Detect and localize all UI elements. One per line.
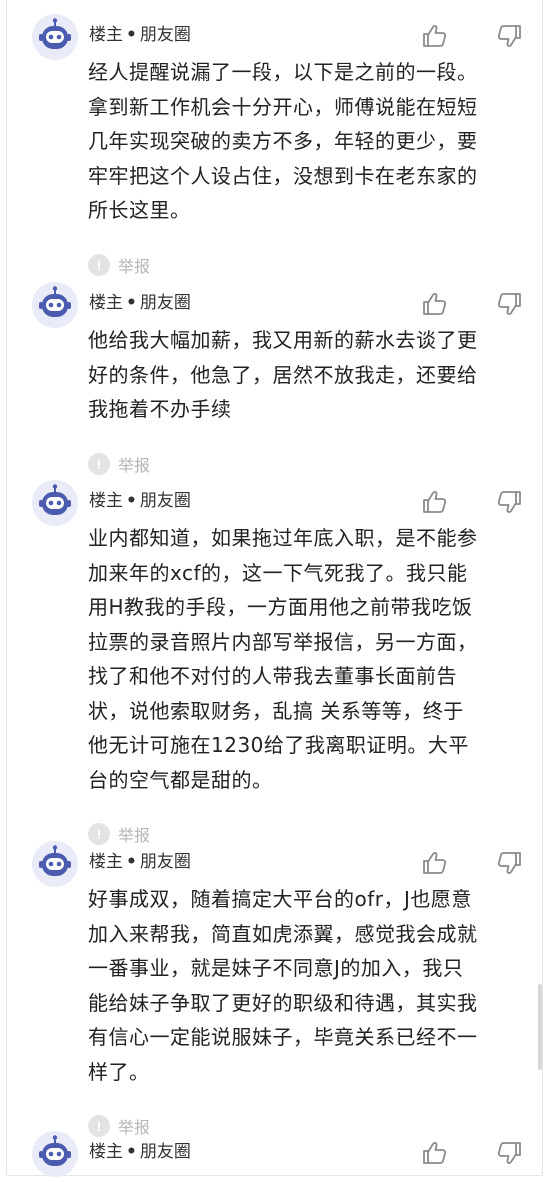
comment-meta: 楼主 • 朋友圈	[89, 489, 191, 513]
comment-text-line: 经人提醒说漏了一段，以下是之前的一段。	[88, 60, 478, 84]
post-source: 朋友圈	[139, 293, 191, 313]
post-source: 朋友圈	[139, 491, 191, 511]
comment-text-line: 用H教我的手段，一方面用他之前带我吃饭	[88, 595, 473, 619]
report-button[interactable]: ! 举报	[88, 822, 150, 846]
post-source: 朋友圈	[139, 25, 191, 45]
comment-meta: 楼主 • 朋友圈	[89, 850, 191, 874]
comment-text-line: 有信心一定能说服妹子，毕竟关系已经不一	[88, 1025, 478, 1049]
exclamation-icon: !	[88, 253, 110, 276]
exclamation-icon: !	[88, 1115, 110, 1137]
post-source: 朋友圈	[139, 852, 191, 872]
meta-separator: •	[126, 491, 137, 511]
comment-text-line: 业内都知道，如果拖过年底入职，是不能参	[88, 526, 478, 550]
scrollbar[interactable]	[538, 984, 542, 1070]
author-name[interactable]: 楼主	[89, 25, 123, 45]
meta-separator: •	[126, 25, 137, 45]
comment-text: 经人提醒说漏了一段，以下是之前的一段。 拿到新工作机会十分开心，师傅说能在短短 几年…	[88, 55, 528, 228]
comment-text: 好事成双，随着搞定大平台的ofr，J也愿意 加入来帮我，简直如虎添翼，感觉我会成就…	[88, 882, 528, 1089]
comment-text-line: 拿到新工作机会十分开心，师傅说能在短短	[88, 94, 478, 119]
report-label: 举报	[118, 455, 151, 475]
robot-avatar-icon[interactable]	[32, 1131, 78, 1177]
meta-separator: •	[126, 1142, 137, 1162]
meta-separator: •	[126, 293, 137, 313]
exclamation-icon: !	[88, 452, 110, 475]
author-name[interactable]: 楼主	[89, 1142, 123, 1162]
comment-text-line: 样了。	[88, 1059, 150, 1084]
comment-text-line: 找了和他不对付的人带我去董事长面前告	[88, 664, 457, 688]
comment-text-line: 加来年的xcf的，这一下气死我了。我只能	[88, 560, 468, 585]
thumbs-down-icon[interactable]	[496, 488, 524, 516]
report-button[interactable]: ! 举报	[88, 1114, 150, 1138]
comment-text-line: 他给我大幅加薪，我又用新的薪水去谈了更	[88, 328, 478, 352]
meta-separator: •	[126, 852, 137, 872]
author-name[interactable]: 楼主	[89, 491, 123, 511]
comment-meta: 楼主 • 朋友圈	[89, 291, 191, 315]
comment-text-line: 他无计可施在1230给了我离职证明。大平	[88, 733, 469, 757]
robot-avatar-icon[interactable]	[32, 282, 78, 328]
comment-meta: 楼主 • 朋友圈	[89, 23, 191, 47]
comment-text-line: 状，说他索取财务，乱搞 关系等等，终于	[88, 698, 464, 723]
robot-avatar-icon[interactable]	[32, 841, 78, 887]
thumbs-up-icon[interactable]	[420, 22, 448, 50]
robot-avatar-icon[interactable]	[32, 480, 78, 526]
thumbs-up-icon[interactable]	[420, 488, 448, 516]
comment-text-line: 加入来帮我，简直如虎添翼，感觉我会成就	[88, 921, 478, 946]
exclamation-icon: !	[88, 823, 110, 845]
report-button[interactable]: ! 举报	[88, 253, 150, 277]
thumbs-up-icon[interactable]	[420, 849, 448, 877]
thumbs-down-icon[interactable]	[496, 849, 524, 877]
comment-text-line: 台的空气都是甜的。	[88, 767, 273, 792]
comment-text-line: 一番事业，就是妹子不同意J的加入，我只	[88, 956, 464, 980]
comment-text-line: 几年实现突破的卖方不多，年轻的更少，要	[88, 129, 478, 153]
comment-text-line: 牢牢把这个人设占住，没想到卡在老东家的	[88, 163, 478, 188]
robot-avatar-icon[interactable]	[32, 14, 78, 60]
report-button[interactable]: ! 举报	[88, 452, 150, 476]
comment-text-line: 能给妹子争取了更好的职级和待遇，其实我	[88, 990, 478, 1015]
report-label: 举报	[118, 256, 151, 276]
comment-text-line: 拉票的录音照片内部写举报信，另一方面，	[88, 629, 478, 654]
report-label: 举报	[118, 826, 151, 845]
thumbs-up-icon[interactable]	[420, 1139, 448, 1167]
comment-text-line: 我拖着不办手续	[88, 397, 232, 421]
thumbs-up-icon[interactable]	[420, 290, 448, 318]
report-label: 举报	[118, 1118, 151, 1137]
author-name[interactable]: 楼主	[89, 852, 123, 872]
post-source: 朋友圈	[139, 1142, 191, 1162]
thumbs-down-icon[interactable]	[496, 22, 524, 50]
comment-text-line: 好的条件，他急了，居然不放我走，还要给	[88, 362, 478, 387]
thumbs-down-icon[interactable]	[496, 1139, 524, 1167]
comment-text-line: 好事成双，随着搞定大平台的ofr，J也愿意	[88, 887, 472, 911]
thumbs-down-icon[interactable]	[496, 290, 524, 318]
comment-text: 业内都知道，如果拖过年底入职，是不能参 加来年的xcf的，这一下气死我了。我只能用…	[88, 521, 528, 797]
comment-text-line: 所长这里。	[88, 198, 191, 222]
author-name[interactable]: 楼主	[89, 293, 123, 313]
comment-meta: 楼主 • 朋友圈	[89, 1140, 191, 1164]
comment-text: 他给我大幅加薪，我又用新的薪水去谈了更 好的条件，他急了，居然不放我走，还要给 我拖…	[88, 323, 528, 427]
